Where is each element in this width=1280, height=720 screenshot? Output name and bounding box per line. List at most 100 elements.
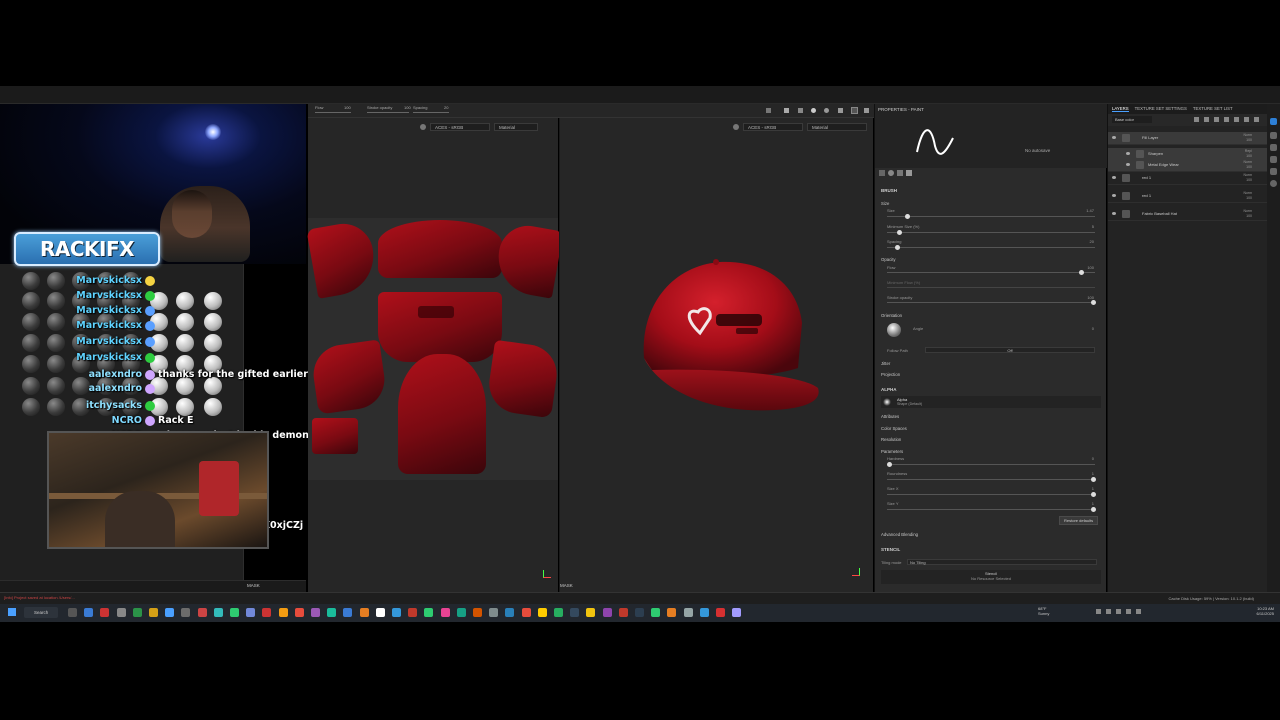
- angle-dial-icon[interactable]: [887, 323, 901, 337]
- size-value[interactable]: 1.47: [1086, 208, 1094, 213]
- tray-volume-icon[interactable]: [1116, 609, 1121, 614]
- shelf-material-ball[interactable]: [204, 313, 222, 331]
- tray-app2-icon[interactable]: [1136, 609, 1141, 614]
- taskbar-app-icon[interactable]: [116, 608, 126, 617]
- add-fill-layer-icon[interactable]: [1214, 117, 1219, 122]
- taskbar-app-icon[interactable]: [521, 608, 531, 617]
- flow-slider[interactable]: [887, 270, 1095, 275]
- color-spaces-section[interactable]: Color Spaces: [881, 426, 907, 431]
- taskbar-app-icon[interactable]: [149, 608, 158, 617]
- layer-blend[interactable]: Norm 100: [1243, 191, 1252, 201]
- material-tab-icon[interactable]: [888, 170, 894, 176]
- add-mask-icon[interactable]: [1224, 117, 1229, 122]
- shelf-material-ball[interactable]: [176, 398, 194, 416]
- uv-colorspace-select[interactable]: ACES - sRGB: [430, 122, 490, 131]
- visibility-eye-icon[interactable]: [1112, 194, 1116, 197]
- taskbar-app-icon[interactable]: [667, 608, 677, 617]
- min-size-slider[interactable]: [887, 230, 1095, 235]
- shelf-material-ball[interactable]: [22, 334, 40, 352]
- taskbar-app-icon[interactable]: [262, 608, 272, 617]
- taskbar-search[interactable]: Search: [24, 607, 58, 618]
- taskbar-app-icon[interactable]: [408, 608, 418, 617]
- layer-row[interactable]: Fabric Baseball Hat Norm 100: [1108, 208, 1268, 221]
- channel-select[interactable]: Base color: [1112, 116, 1152, 123]
- advanced-blending-section[interactable]: Advanced Blending: [881, 532, 918, 537]
- layer-row[interactable]: red 1 Norm 100: [1108, 172, 1268, 185]
- angle-value[interactable]: 0: [1092, 326, 1094, 331]
- shelf-material-ball[interactable]: [204, 292, 222, 310]
- spacing-value[interactable]: 20: [1090, 239, 1094, 244]
- shelf-material-ball[interactable]: [204, 334, 222, 352]
- tab-layers[interactable]: LAYERS: [1112, 106, 1129, 112]
- paintbrush-icon[interactable]: [851, 107, 858, 114]
- taskbar-app-icon[interactable]: [651, 608, 661, 617]
- add-effect-icon[interactable]: [1194, 117, 1199, 122]
- size-section[interactable]: Size: [881, 201, 889, 206]
- taskbar-app-icon[interactable]: [537, 608, 547, 617]
- 3d-viewport[interactable]: [559, 118, 873, 592]
- taskbar-app-icon[interactable]: [343, 608, 353, 617]
- 3d-mask-toggle[interactable]: MASK: [560, 583, 573, 588]
- toolbar-stroke-slider[interactable]: [367, 112, 409, 113]
- 3d-colorspace-select[interactable]: ACES - sRGB: [743, 122, 803, 131]
- flow-value[interactable]: 100: [1087, 265, 1094, 270]
- taskbar-app-icon[interactable]: [602, 608, 612, 617]
- toolbar-pause-icon[interactable]: [784, 108, 789, 113]
- shelf-material-ball[interactable]: [22, 377, 40, 395]
- tray-network-icon[interactable]: [1106, 609, 1111, 614]
- jitter-section[interactable]: Jitter: [881, 361, 890, 366]
- toolbar-camera-icon[interactable]: [798, 108, 803, 113]
- uv-channel-select[interactable]: Material: [494, 122, 538, 131]
- visibility-eye-icon[interactable]: [1126, 152, 1130, 155]
- taskbar-app-icon[interactable]: [699, 608, 709, 617]
- taskbar-app-icon[interactable]: [440, 608, 450, 617]
- layer-blend[interactable]: Repl 100: [1245, 149, 1252, 159]
- delete-layer-icon[interactable]: [1254, 117, 1259, 122]
- size-x-value[interactable]: 1: [1092, 486, 1094, 491]
- taskbar-app-icon[interactable]: [732, 608, 742, 617]
- size-y-value[interactable]: 1: [1092, 501, 1094, 506]
- taskbar-app-icon[interactable]: [586, 608, 596, 617]
- taskbar-clock[interactable]: 10:23 AM 6/11/2025: [1244, 606, 1275, 616]
- taskbar-app-icon[interactable]: [327, 608, 337, 617]
- toolbar-record-icon[interactable]: [811, 108, 816, 113]
- taskbar-app-icon[interactable]: [473, 608, 482, 617]
- tab-texture-set-settings[interactable]: TEXTURE SET SETTINGS: [1135, 106, 1187, 112]
- taskbar-app-icon[interactable]: [618, 608, 628, 617]
- tray-chevron-icon[interactable]: [1096, 609, 1101, 614]
- resolution-section[interactable]: Resolution: [881, 437, 901, 442]
- spacing-slider[interactable]: [887, 245, 1095, 250]
- projection-section[interactable]: Projection: [881, 372, 900, 377]
- shelf-material-ball[interactable]: [22, 398, 40, 416]
- hardness-slider[interactable]: [887, 462, 1095, 467]
- visibility-eye-icon[interactable]: [1126, 163, 1130, 166]
- bake-dock-icon[interactable]: [1270, 180, 1277, 187]
- uv-mask-toggle[interactable]: MASK: [247, 583, 260, 588]
- taskbar-app-icon[interactable]: [716, 608, 725, 617]
- layer-row[interactable]: red 1 Norm 100: [1108, 190, 1268, 203]
- taskbar-app-icon[interactable]: [424, 608, 434, 617]
- toolbar-flow-slider[interactable]: [315, 112, 351, 113]
- taskbar-app-icon[interactable]: [505, 608, 515, 617]
- taskbar-app-icon[interactable]: [197, 608, 207, 617]
- taskbar-app-icon[interactable]: [246, 608, 256, 617]
- shelf-material-ball[interactable]: [176, 292, 194, 310]
- tab-texture-set-list[interactable]: TEXTURE SET LIST: [1193, 106, 1233, 112]
- size-x-slider[interactable]: [887, 492, 1096, 497]
- toolbar-eraser-icon[interactable]: [864, 108, 869, 113]
- toolbar-render-icon[interactable]: [838, 108, 843, 113]
- display-settings-dock-icon[interactable]: [1270, 156, 1277, 163]
- taskbar-app-icon[interactable]: [181, 608, 191, 617]
- add-paint-layer-icon[interactable]: [1204, 117, 1209, 122]
- windows-start-icon[interactable]: [8, 608, 16, 616]
- layer-blend[interactable]: Norm 100: [1243, 173, 1252, 183]
- properties-dock-icon[interactable]: [1270, 132, 1277, 139]
- size-y-slider[interactable]: [887, 507, 1096, 512]
- taskbar-app-icon[interactable]: [278, 608, 288, 617]
- visibility-eye-icon[interactable]: [1112, 136, 1116, 139]
- tiling-select[interactable]: No Tiling: [907, 559, 1097, 565]
- roundness-value[interactable]: 1: [1092, 471, 1094, 476]
- toolbar-spacing-slider[interactable]: [413, 112, 449, 113]
- taskbar-app-icon[interactable]: [68, 608, 77, 617]
- roundness-slider[interactable]: [887, 477, 1096, 482]
